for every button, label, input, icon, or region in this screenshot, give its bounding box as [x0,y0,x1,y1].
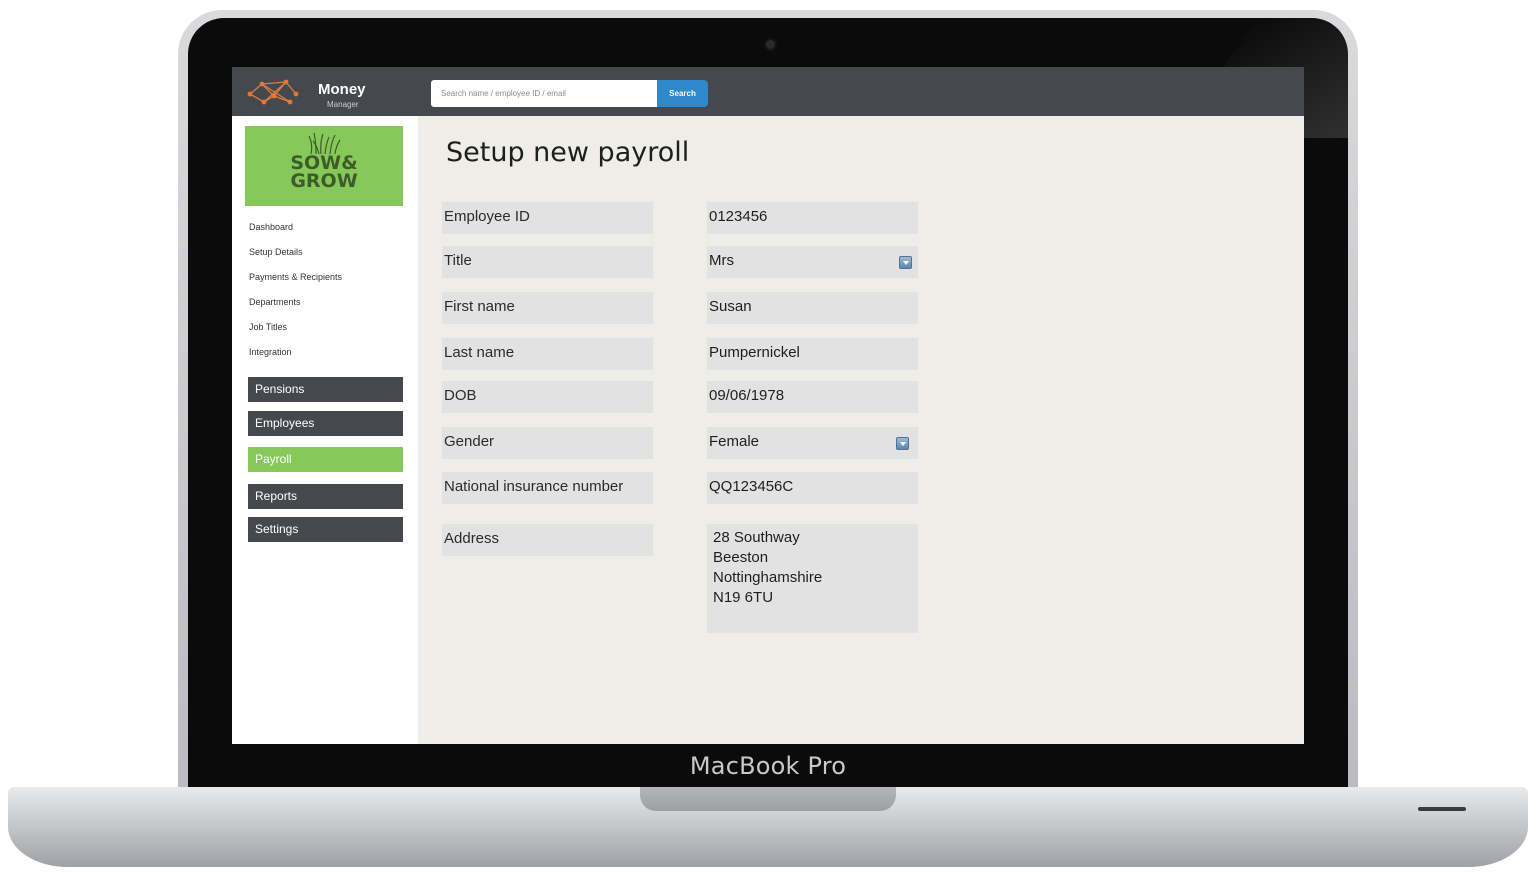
search-button[interactable]: Search [657,80,708,107]
national-insurance-field[interactable]: QQ123456C [707,472,918,504]
sidebar-link-job-titles[interactable]: Job Titles [249,322,287,332]
logo-subtitle: Manager [327,100,359,109]
label-national-insurance: National insurance number [442,472,653,504]
sidebar-button-reports[interactable]: Reports [248,484,403,509]
sidebar-link-integration[interactable]: Integration [249,347,292,357]
dob-field[interactable]: 09/06/1978 [707,381,918,413]
grass-icon [308,132,341,154]
first-name-field[interactable]: Susan [707,292,918,324]
app-screen: Money Manager Search SOW& GROW Dashboard… [232,67,1304,744]
search-input[interactable] [431,80,659,107]
label-dob: DOB [442,381,653,413]
title-select-value: Mrs [709,252,734,269]
gender-select[interactable]: Female [707,427,918,459]
logo-word: Money [318,81,366,98]
sidebar-button-employees[interactable]: Employees [248,411,403,436]
trackpad-notch [640,787,896,811]
address-line: Beeston [713,549,769,566]
sidebar: SOW& GROW Dashboard Setup Details Paymen… [232,116,418,744]
address-line: 28 Southway [713,529,800,546]
last-name-field[interactable]: Pumpernickel [707,338,918,370]
sidebar-button-payroll[interactable]: Payroll [248,447,403,472]
company-name-line2: GROW [290,170,358,192]
chevron-down-icon[interactable] [896,437,909,450]
company-name: SOW& GROW [245,154,403,192]
address-line: Nottinghamshire [713,569,823,586]
sidebar-link-setup-details[interactable]: Setup Details [249,247,303,257]
page-title: Setup new payroll [446,137,690,168]
label-title: Title [442,246,653,278]
label-last-name: Last name [442,338,653,370]
base-slot [1418,807,1466,811]
chevron-down-icon[interactable] [899,256,912,269]
sidebar-link-payments-recipients[interactable]: Payments & Recipients [249,272,342,282]
sidebar-button-pensions[interactable]: Pensions [248,377,403,402]
device-brand-label: MacBook Pro [689,752,847,780]
sidebar-link-dashboard[interactable]: Dashboard [249,222,293,232]
app-logo[interactable]: Money Manager [246,74,386,110]
title-select[interactable]: Mrs [707,246,918,278]
address-field[interactable]: 28 Southway Beeston Nottinghamshire N19 … [707,524,918,633]
company-logo: SOW& GROW [245,126,403,206]
address-line: N19 6TU [713,589,774,606]
top-bar: Money Manager Search [232,67,1304,116]
label-gender: Gender [442,427,653,459]
webcam-icon [766,40,775,49]
gender-select-value: Female [709,433,760,450]
label-employee-id: Employee ID [442,202,653,234]
label-first-name: First name [442,292,653,324]
sidebar-button-settings[interactable]: Settings [248,517,403,542]
network-logo-icon [247,79,299,105]
employee-id-field[interactable]: 0123456 [707,202,918,234]
label-address: Address [442,524,653,556]
sidebar-link-departments[interactable]: Departments [249,297,301,307]
